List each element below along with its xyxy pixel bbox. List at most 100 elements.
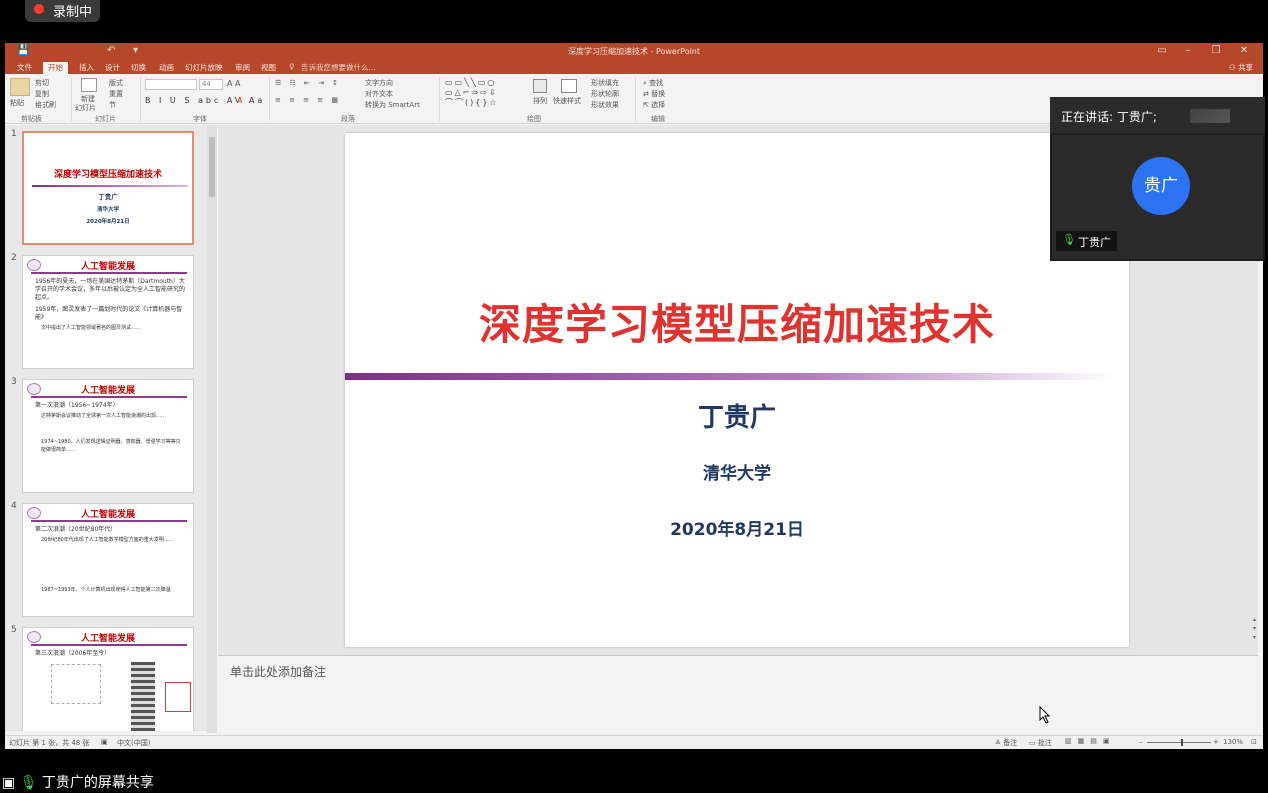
slide[interactable]: 深度学习模型压缩加速技术 丁贵广 清华大学 2020年8月21日 [345,133,1129,647]
copy-button[interactable]: 复制 [35,89,49,99]
cut-button[interactable]: 剪切 [35,78,49,88]
zoom-out-button[interactable]: – [1139,738,1143,746]
tab-design[interactable]: 设计 [105,62,120,73]
thumb-inst: 清华大学 [96,207,119,213]
grow-font-icon[interactable]: A A [227,79,241,88]
comments-toggle[interactable]: ▭ 批注 [1029,738,1052,748]
ribbon-separator [71,77,72,121]
language-indicator[interactable]: 中文(中国) [117,738,150,748]
speaker-header: 正在讲话: 丁贵广; [1050,97,1265,133]
tab-home[interactable]: 开始 [43,62,68,74]
ribbon-separator [269,77,270,121]
thumb-bullet: 20世纪80年代出现了人工智能数学模型方面的重大发明…… [41,537,174,543]
cursor-icon: ⇱ [643,101,652,109]
zoom-level[interactable]: 130% [1223,738,1243,746]
find-button[interactable]: ⌕ 查找 [643,78,663,88]
speaker-panel: 正在讲话: 丁贵广; 贵广 🎙 丁贵广 [1050,97,1265,261]
slide-thumbnail-2[interactable]: 人工智能发展 1956年的夏天，一场在美国达特茅斯（Dartmouth）大学召开… [22,255,194,369]
tab-view[interactable]: 视图 [261,62,276,73]
shape-fill-button[interactable]: 形状填充 [591,78,619,88]
shape-effects-button[interactable]: 形状效果 [591,100,619,110]
smartart-button[interactable]: 转换为 SmartArt [365,100,420,110]
zoom-in-button[interactable]: + [1213,738,1219,746]
tab-insert[interactable]: 插入 [79,62,94,73]
list-buttons[interactable]: ☰ ☷ ⇤ ⇥ ↕ [275,79,341,87]
thumb-author: 丁贵广 [98,193,118,201]
thumb-title: 人工智能发展 [80,262,135,272]
thumb-title: 深度学习模型压缩加速技术 [53,170,162,180]
align-text-button[interactable]: 对齐文本 [365,89,393,99]
new-slide-icon[interactable] [81,78,97,92]
thumbnail-scroll-thumb[interactable] [209,137,215,197]
minimize-icon[interactable]: – [1181,45,1195,56]
slide-thumbnail-5[interactable]: 人工智能发展 第三次浪潮（2006年至今） [22,627,194,731]
zoom-slider[interactable] [1147,742,1211,743]
slide-thumbnail-3[interactable]: 人工智能发展 第一次浪潮（1956~1974年） 达特茅斯会议推动了全球第一次人… [22,379,194,493]
speaker-video[interactable]: 贵广 🎙 丁贵广 [1052,135,1263,259]
tab-transitions[interactable]: 切换 [131,62,146,73]
spellcheck-icon[interactable]: ▣ [101,738,108,746]
slide-count: 幻灯片 第 1 张，共 48 张 [9,739,90,747]
group-font: 字体 [193,115,207,123]
group-slides: 幻灯片 [95,115,116,123]
new-slide-label2: 幻灯片 [75,104,96,112]
font-family-select[interactable] [145,79,197,90]
slide-thumbnail-4[interactable]: 人工智能发展 第二次浪潮（20世纪80年代） 20世纪80年代出现了人工智能数学… [22,503,194,617]
group-drawing: 绘图 [527,115,541,123]
thumb-bullet: 第三次浪潮（2006年至今） [35,650,111,657]
replace-button[interactable]: ⇄ 替换 [643,89,665,99]
thumbnail-scrollbar[interactable] [207,125,217,733]
ribbon-tabs: 文件 开始 插入 设计 切换 动画 幻灯片放映 审阅 视图 ♀ 告诉我您想要做什… [5,61,1263,74]
paste-icon[interactable] [10,78,30,96]
maximize-icon[interactable]: ❐ [1209,45,1223,56]
font-color-icon[interactable]: A [237,96,242,105]
screen-share-label: 丁贵广的屏幕共享 [41,775,154,791]
slide-date[interactable]: 2020年8月21日 [345,515,1129,540]
ribbon-options-icon[interactable]: ▭ [1155,45,1169,56]
shapes-gallery[interactable]: ▭▭╲╲▭○ ▭△⌐⇒⇨⇩ ⌒⌒(){}☆ [445,78,525,110]
slide-thumbnail-1[interactable]: 深度学习模型压缩加速技术 丁贵广 清华大学 2020年8月21日 [22,131,194,245]
notes-placeholder[interactable]: 单击此处添加备注 [230,663,326,680]
close-icon[interactable]: ✕ [1237,45,1251,56]
slide-title[interactable]: 深度学习模型压缩加速技术 [345,291,1129,352]
thumb-bullet: 第一次浪潮（1956~1974年） [35,402,119,409]
view-buttons[interactable]: ▥▦▤▣ [1065,737,1115,745]
select-button[interactable]: ⇱ 选择 [643,100,665,110]
share-button[interactable]: ⚇ 共享 [1229,62,1253,73]
slide-institution[interactable]: 清华大学 [345,459,1129,484]
microphone-icon: 🎙 [1062,233,1076,246]
font-size-select[interactable]: 44 [199,79,223,90]
title-divider [345,373,1115,380]
fit-slide-icon[interactable]: ⊡ [1251,738,1257,746]
zoom-slider-thumb[interactable] [1181,739,1183,746]
arrange-button[interactable]: 排列 [533,96,547,106]
thumb-number: 2 [11,253,17,263]
group-paragraph: 段落 [341,115,355,123]
tab-slideshow[interactable]: 幻灯片放映 [185,62,223,73]
section-button[interactable]: 节 [109,100,116,110]
canvas-scroll-buttons[interactable]: ▴ ▾ ▾ [1253,615,1261,649]
font-style-buttons[interactable]: B I U S abc AV Aa [145,96,265,105]
microphone-icon: 🎙 [19,775,38,791]
quick-styles-button[interactable]: 快速样式 [553,96,581,106]
format-painter-button[interactable]: 格式刷 [35,100,56,110]
paste-button[interactable]: 粘贴 [10,98,24,108]
tab-animations[interactable]: 动画 [159,62,174,73]
tell-me-input[interactable]: 告诉我您想要做什么... [301,62,376,73]
arrange-icon[interactable] [533,79,547,93]
tab-file[interactable]: 文件 [17,62,32,73]
text-direction-button[interactable]: 文字方向 [365,78,393,88]
notes-pane[interactable]: 单击此处添加备注 [218,655,1258,735]
tab-review[interactable]: 审阅 [235,62,250,73]
layout-button[interactable]: 版式 [109,78,123,88]
recording-indicator[interactable]: 录制中 [25,0,100,22]
shape-outline-button[interactable]: 形状轮廓 [591,89,619,99]
network-diagram-image [51,664,101,704]
reset-button[interactable]: 重置 [109,89,123,99]
notes-toggle[interactable]: ≙ 备注 [995,738,1017,748]
align-buttons[interactable]: ≡ ≡ ≡ ≡ ▦ [275,96,341,104]
thumb-divider [32,185,188,187]
quick-styles-icon[interactable] [561,79,577,93]
slide-author[interactable]: 丁贵广 [345,397,1129,434]
window-title: 深度学习压缩加速技术 - PowerPoint [567,47,701,56]
